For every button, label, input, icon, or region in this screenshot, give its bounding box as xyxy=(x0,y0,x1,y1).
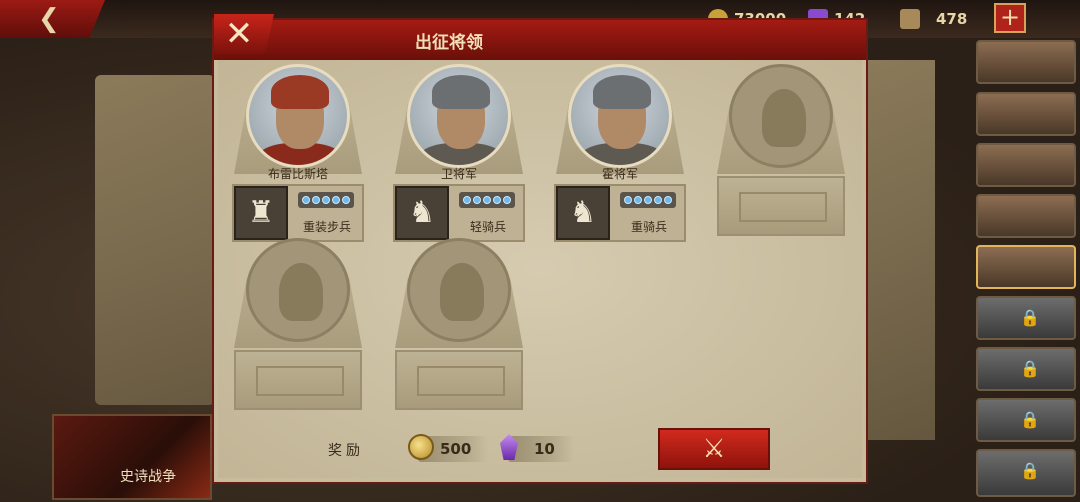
building-5-selected[interactable] xyxy=(976,245,1076,289)
portrait-helmet xyxy=(271,75,329,109)
helmet-placeholder-icon xyxy=(440,263,484,321)
empty-portrait[interactable] xyxy=(407,238,511,342)
building-2[interactable] xyxy=(976,92,1076,136)
lock-icon: 🔒 xyxy=(1020,410,1040,429)
general-portrait[interactable] xyxy=(246,64,350,168)
helmet-placeholder-icon xyxy=(279,263,323,321)
coin-icon xyxy=(408,434,434,460)
crossed-swords-icon: ⚔ xyxy=(702,434,726,464)
supply-icon xyxy=(900,9,920,29)
supply-count: 478 xyxy=(936,10,968,28)
empty-base xyxy=(395,350,523,410)
general-slot-3[interactable]: 霍将军 ♞ 重骑兵 xyxy=(554,64,686,242)
general-slot-1[interactable]: 布雷比斯塔 ♜ 重装步兵 xyxy=(232,64,364,242)
background-map-right xyxy=(865,60,935,440)
empty-portrait[interactable] xyxy=(729,64,833,168)
general-name: 霍将军 xyxy=(601,167,638,181)
dialog-header: 出征将领 xyxy=(214,20,866,60)
reward-label: 奖励 xyxy=(328,443,364,459)
dialog-title: 出征将领 xyxy=(415,33,483,53)
building-8-locked[interactable]: 🔒 xyxy=(976,398,1076,442)
back-arrow-icon: ❮ xyxy=(38,4,60,34)
building-6-locked[interactable]: 🔒 xyxy=(976,296,1076,340)
general-info: ♞ 轻骑兵 xyxy=(393,184,525,242)
general-info: ♞ 重骑兵 xyxy=(554,184,686,242)
star-rating xyxy=(620,192,676,208)
star-rating xyxy=(459,192,515,208)
building-1[interactable] xyxy=(976,40,1076,84)
general-slot-2[interactable]: 卫将军 ♞ 轻骑兵 xyxy=(393,64,525,242)
coin-reward-value: 500 xyxy=(440,440,472,458)
lock-icon: 🔒 xyxy=(1020,359,1040,378)
back-button[interactable]: ❮ xyxy=(0,0,105,38)
lock-icon: 🔒 xyxy=(1020,461,1040,480)
star-rating xyxy=(298,192,354,208)
empty-general-slot-6[interactable] xyxy=(393,238,525,413)
plus-icon: + xyxy=(999,3,1021,31)
building-3[interactable] xyxy=(976,143,1076,187)
general-info: ♜ 重装步兵 xyxy=(232,184,364,242)
empty-general-slot-4[interactable] xyxy=(715,64,847,239)
close-button[interactable]: ✕ xyxy=(214,14,274,54)
epic-war-label: 史诗战争 xyxy=(120,469,176,485)
supply-resource: 478 xyxy=(900,8,967,30)
building-9-locked[interactable]: 🔒 xyxy=(976,449,1076,497)
horse-icon: ♞ xyxy=(395,186,449,240)
portrait-helmet xyxy=(593,75,651,109)
lock-icon: 🔒 xyxy=(1020,308,1040,327)
horse-icon: ♞ xyxy=(556,186,610,240)
start-battle-button[interactable]: ⚔ xyxy=(658,428,770,470)
empty-portrait[interactable] xyxy=(246,238,350,342)
unit-type: 重骑兵 xyxy=(630,220,667,234)
background-map-left xyxy=(95,75,215,405)
unit-type: 轻骑兵 xyxy=(469,220,506,234)
epic-war-button[interactable] xyxy=(52,414,212,500)
unit-type: 重装步兵 xyxy=(302,220,351,234)
empty-general-slot-5[interactable] xyxy=(232,238,364,413)
empty-base xyxy=(234,350,362,410)
general-name: 卫将军 xyxy=(440,167,477,181)
general-portrait[interactable] xyxy=(407,64,511,168)
general-name: 布雷比斯塔 xyxy=(267,167,328,181)
portrait-helmet xyxy=(432,75,490,109)
building-7-locked[interactable]: 🔒 xyxy=(976,347,1076,391)
empty-base xyxy=(717,176,845,236)
gem-reward-value: 10 xyxy=(534,440,555,458)
close-x-icon: ✕ xyxy=(224,14,254,54)
building-4[interactable] xyxy=(976,194,1076,238)
add-resource-button[interactable]: + xyxy=(994,3,1026,33)
infantry-helmet-icon: ♜ xyxy=(234,186,288,240)
helmet-placeholder-icon xyxy=(762,89,806,147)
general-portrait[interactable] xyxy=(568,64,672,168)
